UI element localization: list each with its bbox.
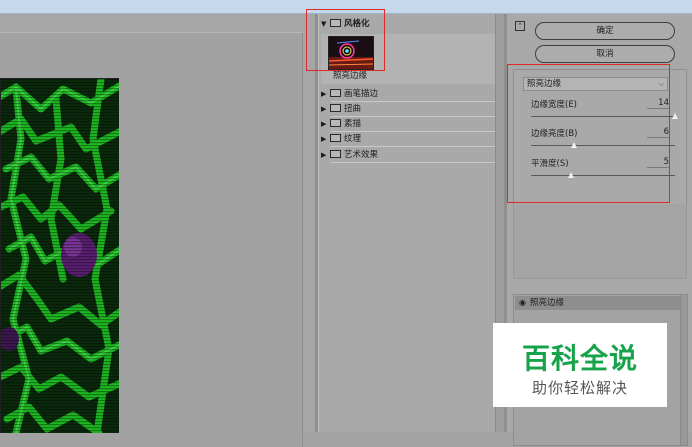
list-divider	[331, 131, 495, 132]
category-item[interactable]: ▶ 扭曲	[321, 103, 495, 116]
ok-button[interactable]: 确定	[535, 22, 675, 40]
category-item[interactable]: ▶ 素描	[321, 118, 495, 131]
folder-icon	[330, 104, 341, 112]
param-slider-knob[interactable]	[672, 113, 678, 119]
category-label: 纹理	[344, 134, 362, 144]
folder-icon	[330, 150, 341, 158]
list-divider	[331, 116, 495, 117]
collapsed-triangle-icon: ▶	[321, 120, 327, 128]
layers-scrollbar[interactable]	[680, 295, 687, 445]
list-divider	[331, 146, 495, 147]
list-divider	[331, 101, 495, 102]
category-label: 素描	[344, 119, 362, 129]
list-divider	[331, 162, 495, 163]
watermark-subtitle: 助你轻松解决	[531, 379, 628, 397]
category-item[interactable]: ▶ 艺术效果	[321, 149, 495, 162]
highlight-box-thumbnail	[306, 9, 385, 71]
folder-icon	[330, 119, 341, 127]
category-item[interactable]: ▶ 纹理	[321, 133, 495, 146]
preview-image-svg	[1, 79, 119, 433]
collapse-gallery-icon[interactable]: ⌃	[515, 21, 525, 31]
collapsed-triangle-icon: ▶	[321, 135, 327, 143]
highlight-box-settings	[507, 64, 670, 203]
collapsed-triangle-icon: ▶	[321, 151, 327, 159]
category-item[interactable]: ▶ 画笔描边	[321, 88, 495, 101]
collapsed-triangle-icon: ▶	[321, 90, 327, 98]
collapsed-triangle-icon: ▶	[321, 105, 327, 113]
eye-visibility-icon[interactable]: ◉	[519, 296, 530, 310]
folder-icon	[330, 134, 341, 142]
category-label: 艺术效果	[344, 150, 379, 160]
effect-layer-row[interactable]: ◉ 照亮边缘	[515, 296, 682, 310]
category-label: 画笔描边	[344, 89, 379, 99]
effect-layer-label: 照亮边缘	[530, 298, 565, 308]
filter-options-empty-area	[513, 204, 687, 279]
watermark-logo: 百科全说 助你轻松解决	[493, 323, 667, 407]
filter-gallery: ▼ 风格化 照亮边缘 ▶ 画笔描边 ▶ 扭曲 ▶ 素描 ▶ 纹理 ▶ 艺术效果	[318, 14, 505, 432]
watermark-title: 百科全说	[521, 342, 638, 375]
folder-icon	[330, 89, 341, 97]
preview-image[interactable]	[0, 78, 119, 433]
category-label: 扭曲	[344, 104, 362, 114]
cancel-button[interactable]: 取消	[535, 45, 675, 63]
